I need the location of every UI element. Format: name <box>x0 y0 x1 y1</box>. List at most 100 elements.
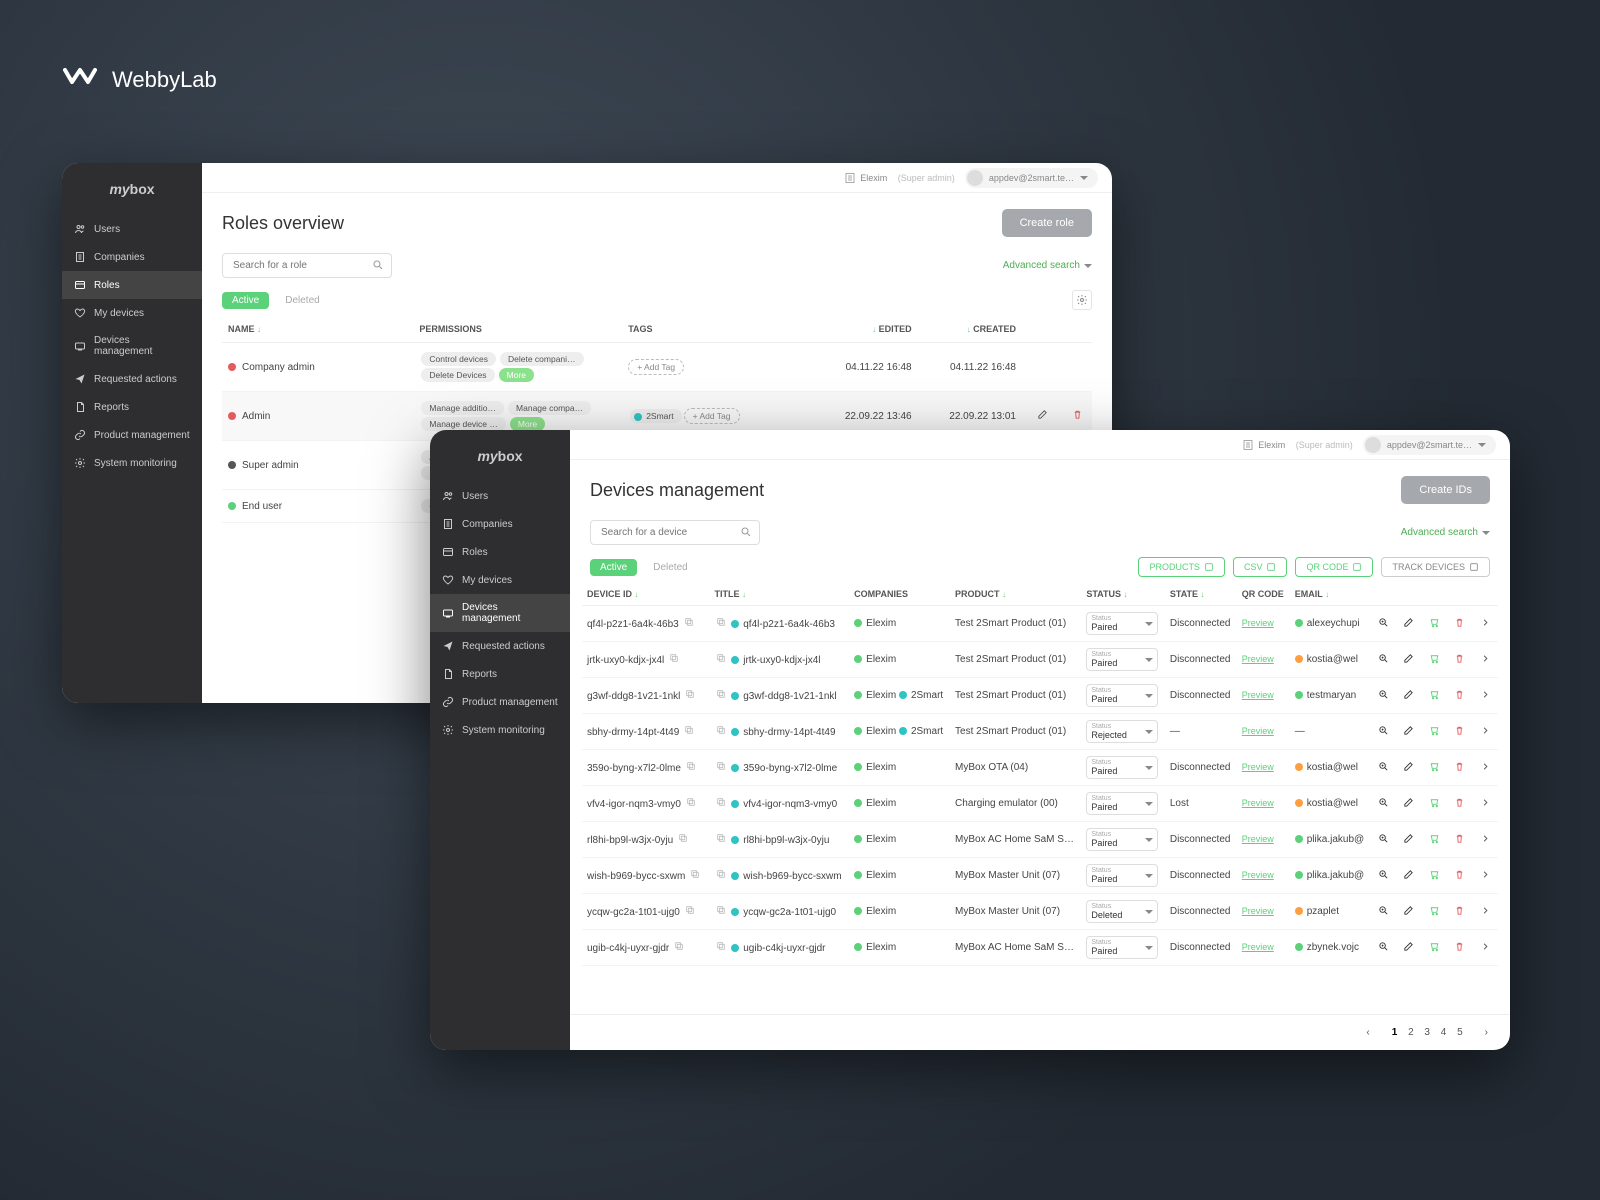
edit-button[interactable] <box>1401 867 1416 885</box>
zoom-button[interactable] <box>1376 795 1391 813</box>
cart-button[interactable] <box>1427 831 1442 849</box>
edit-button[interactable] <box>1401 723 1416 741</box>
sidebar-item-reports[interactable]: Reports <box>62 393 202 421</box>
status-select[interactable]: StatusPaired <box>1086 756 1158 779</box>
status-select[interactable]: StatusPaired <box>1086 648 1158 671</box>
expand-button[interactable] <box>1478 723 1493 741</box>
status-select[interactable]: StatusPaired <box>1086 828 1158 851</box>
tab-active[interactable]: Active <box>222 292 269 309</box>
create-ids-button[interactable]: Create IDs <box>1401 476 1490 504</box>
status-select[interactable]: StatusPaired <box>1086 792 1158 815</box>
edit-button[interactable] <box>1401 831 1416 849</box>
sidebar-item-companies[interactable]: Companies <box>62 243 202 271</box>
qr-preview-link[interactable]: Preview <box>1242 690 1274 700</box>
zoom-button[interactable] <box>1376 687 1391 705</box>
cart-button[interactable] <box>1427 795 1442 813</box>
expand-button[interactable] <box>1478 687 1493 705</box>
status-tabs[interactable]: Active Deleted <box>222 292 330 309</box>
status-select[interactable]: StatusRejected <box>1086 720 1158 743</box>
status-select[interactable]: StatusPaired <box>1086 936 1158 959</box>
zoom-button[interactable] <box>1376 939 1391 957</box>
expand-button[interactable] <box>1478 939 1493 957</box>
copy-icon[interactable] <box>714 831 728 848</box>
expand-button[interactable] <box>1478 651 1493 669</box>
zoom-button[interactable] <box>1376 615 1391 633</box>
search-device-input[interactable] <box>590 520 760 545</box>
cart-button[interactable] <box>1427 759 1442 777</box>
table-row[interactable]: jrtk-uxy0-kdjx-jx4l jrtk-uxy0-kdjx-jx4l … <box>582 642 1498 678</box>
page-5[interactable]: 5 <box>1453 1025 1467 1040</box>
cart-button[interactable] <box>1427 723 1442 741</box>
sidebar-item-my-devices[interactable]: My devices <box>430 566 570 594</box>
qr-preview-link[interactable]: Preview <box>1242 654 1274 664</box>
sidebar-item-requested-actions[interactable]: Requested actions <box>430 632 570 660</box>
table-row[interactable]: 359o-byng-x7l2-0lme 359o-byng-x7l2-0lme … <box>582 750 1498 786</box>
page-4[interactable]: 4 <box>1437 1025 1451 1040</box>
edit-button[interactable] <box>1401 903 1416 921</box>
edit-button[interactable] <box>1401 687 1416 705</box>
edit-button[interactable] <box>1401 615 1416 633</box>
copy-icon[interactable] <box>667 651 681 668</box>
cart-button[interactable] <box>1427 903 1442 921</box>
edit-button[interactable] <box>1401 795 1416 813</box>
delete-button[interactable] <box>1452 723 1467 741</box>
zoom-button[interactable] <box>1376 723 1391 741</box>
action-track-devices-button[interactable]: TRACK DEVICES <box>1381 557 1490 577</box>
delete-button[interactable] <box>1452 795 1467 813</box>
copy-icon[interactable] <box>684 795 698 812</box>
table-row[interactable]: vfv4-igor-nqm3-vmy0 vfv4-igor-nqm3-vmy0 … <box>582 786 1498 822</box>
status-select[interactable]: StatusPaired <box>1086 684 1158 707</box>
edit-button[interactable] <box>1401 759 1416 777</box>
org-chip[interactable]: Elexim (Super admin) <box>1242 439 1353 451</box>
user-chip[interactable]: appdev@2smart.te… <box>1363 435 1496 455</box>
page-1[interactable]: 1 <box>1388 1025 1402 1040</box>
user-chip[interactable]: appdev@2smart.te… <box>965 168 1098 188</box>
sidebar-item-system-monitoring[interactable]: System monitoring <box>430 716 570 744</box>
copy-icon[interactable] <box>714 759 728 776</box>
qr-preview-link[interactable]: Preview <box>1242 834 1274 844</box>
zoom-button[interactable] <box>1376 831 1391 849</box>
advanced-search-link[interactable]: Advanced search <box>1401 527 1490 538</box>
zoom-button[interactable] <box>1376 903 1391 921</box>
delete-button[interactable] <box>1452 939 1467 957</box>
sidebar-item-devices-management[interactable]: Devices management <box>430 594 570 632</box>
expand-button[interactable] <box>1478 831 1493 849</box>
table-row[interactable]: wish-b969-bycc-sxwm wish-b969-bycc-sxwm … <box>582 858 1498 894</box>
copy-icon[interactable] <box>688 867 702 884</box>
edit-button[interactable] <box>1401 651 1416 669</box>
delete-button[interactable] <box>1452 615 1467 633</box>
sidebar-item-product-management[interactable]: Product management <box>62 421 202 449</box>
delete-button[interactable] <box>1452 867 1467 885</box>
copy-icon[interactable] <box>714 903 728 920</box>
status-select[interactable]: StatusDeleted <box>1086 900 1158 923</box>
copy-icon[interactable] <box>672 939 686 956</box>
expand-button[interactable] <box>1478 903 1493 921</box>
zoom-button[interactable] <box>1376 651 1391 669</box>
table-row[interactable]: Company admin Control devicesDelete comp… <box>222 343 1092 392</box>
action-products-button[interactable]: PRODUCTS <box>1138 557 1225 577</box>
copy-icon[interactable] <box>682 723 696 740</box>
delete-button[interactable] <box>1452 831 1467 849</box>
expand-button[interactable] <box>1478 759 1493 777</box>
sidebar-item-companies[interactable]: Companies <box>430 510 570 538</box>
copy-icon[interactable] <box>683 903 697 920</box>
sidebar-item-product-management[interactable]: Product management <box>430 688 570 716</box>
tab-deleted[interactable]: Deleted <box>643 559 697 576</box>
table-row[interactable]: ycqw-gc2a-1t01-ujg0 ycqw-gc2a-1t01-ujg0 … <box>582 894 1498 930</box>
copy-icon[interactable] <box>676 831 690 848</box>
action-qr-code-button[interactable]: QR CODE <box>1295 557 1373 577</box>
qr-preview-link[interactable]: Preview <box>1242 726 1274 736</box>
sidebar-item-users[interactable]: Users <box>62 215 202 243</box>
page-2[interactable]: 2 <box>1404 1025 1418 1040</box>
tab-active[interactable]: Active <box>590 559 637 576</box>
table-row[interactable]: rl8hi-bp9l-w3jx-0yju rl8hi-bp9l-w3jx-0yj… <box>582 822 1498 858</box>
expand-button[interactable] <box>1478 867 1493 885</box>
advanced-search-link[interactable]: Advanced search <box>1003 260 1092 271</box>
cart-button[interactable] <box>1427 687 1442 705</box>
sidebar-item-devices-management[interactable]: Devices management <box>62 327 202 365</box>
delete-button[interactable] <box>1452 687 1467 705</box>
page-3[interactable]: 3 <box>1420 1025 1434 1040</box>
table-row[interactable]: ugib-c4kj-uyxr-gjdr ugib-c4kj-uyxr-gjdr … <box>582 930 1498 966</box>
cart-button[interactable] <box>1427 939 1442 957</box>
sidebar-item-my-devices[interactable]: My devices <box>62 299 202 327</box>
